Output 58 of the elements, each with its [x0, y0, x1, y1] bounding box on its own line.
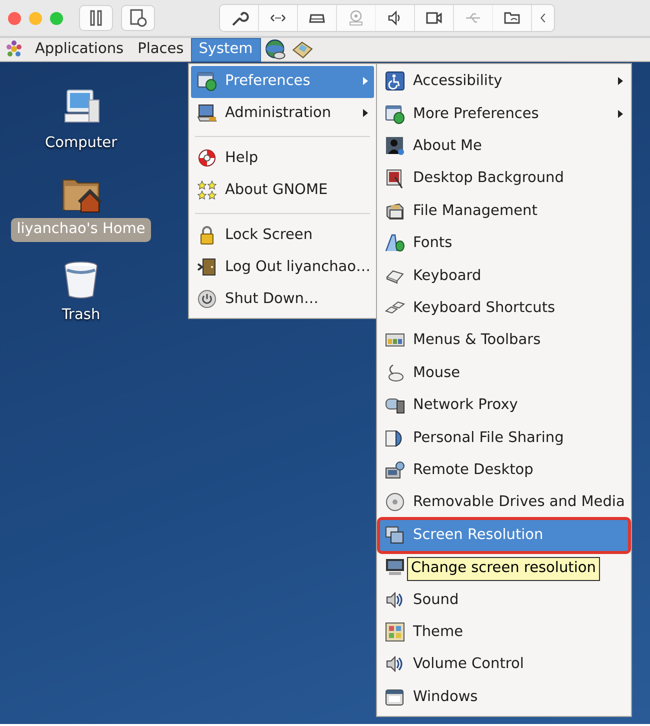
person-icon: [385, 136, 405, 156]
menu-item[interactable]: Remote Desktop: [379, 454, 629, 488]
menu-item[interactable]: Sound: [379, 584, 629, 617]
menu-item[interactable]: Lock Screen: [191, 220, 374, 252]
menu-item[interactable]: Keyboard Shortcuts: [379, 292, 629, 326]
menu-item[interactable]: Change screen resolution: [379, 552, 629, 584]
menu-item[interactable]: Network Proxy: [379, 390, 629, 422]
door-icon: [197, 257, 217, 278]
monitor-icon: [385, 557, 405, 578]
toolbar-button[interactable]: [79, 5, 113, 31]
menu-item[interactable]: Theme: [379, 616, 629, 650]
menu-item[interactable]: Mouse: [379, 358, 629, 390]
menu-item[interactable]: About Me: [379, 130, 629, 164]
speaker-icon: [385, 590, 405, 610]
picture-frame-icon: [385, 168, 405, 189]
stars-icon: [197, 180, 217, 200]
menu-item[interactable]: About GNOME: [191, 175, 374, 207]
menu-item[interactable]: Screen Resolution: [379, 519, 629, 552]
menu-item[interactable]: Personal File Sharing: [379, 422, 629, 455]
window-control-button[interactable]: [8, 12, 21, 24]
screens-icon: [385, 524, 405, 545]
menu-item[interactable]: Preferences: [191, 66, 374, 98]
menu-item[interactable]: Fonts: [379, 228, 629, 260]
wheelchair-icon: [385, 71, 405, 92]
menu-item[interactable]: Removable Drives and Media: [379, 487, 629, 520]
computer-icon: [197, 103, 217, 124]
panel-menu[interactable]: Applications: [28, 38, 131, 62]
window-icon: [385, 686, 405, 707]
toolbar-button[interactable]: [121, 5, 155, 31]
menu-item[interactable]: Help: [191, 143, 374, 175]
remote-desktop-icon: [385, 460, 405, 480]
menu-item[interactable]: Volume Control: [379, 649, 629, 682]
palette-grid-icon: [385, 622, 405, 642]
menu-item[interactable]: Keyboard: [379, 260, 629, 293]
menu-item[interactable]: Menus & Toolbars: [379, 325, 629, 358]
panel-menu[interactable]: Places: [130, 38, 191, 62]
menu-item[interactable]: Accessibility: [379, 66, 629, 98]
disc-icon: [385, 492, 405, 512]
menu-item[interactable]: More Preferences: [379, 98, 629, 131]
menu-item[interactable]: Desktop Background: [379, 163, 629, 196]
lifebuoy-icon: [197, 148, 217, 168]
panel-menu[interactable]: System: [190, 38, 261, 62]
menu-item[interactable]: Shut Down…: [191, 284, 374, 316]
menu-item[interactable]: File Management: [379, 196, 629, 228]
file-cabinet-icon: [385, 200, 405, 221]
menu-item[interactable]: Windows: [379, 681, 629, 714]
tooltip: Change screen resolution: [407, 556, 600, 581]
desktop-icon-label[interactable]: Trash: [56, 304, 106, 328]
menu-item[interactable]: Log Out liyanchao…: [191, 252, 374, 284]
speaker-icon: [385, 654, 405, 674]
screenshot-icon: [128, 8, 148, 28]
gnome-foot-icon: [4, 38, 24, 59]
font-glyphs-icon: [385, 233, 405, 254]
menu-item[interactable]: Administration: [191, 98, 374, 130]
power-icon: [197, 289, 217, 310]
settings-window-icon: [197, 71, 217, 92]
settings-window-icon: [385, 104, 405, 124]
desktop-icon-label[interactable]: Computer: [38, 132, 124, 156]
